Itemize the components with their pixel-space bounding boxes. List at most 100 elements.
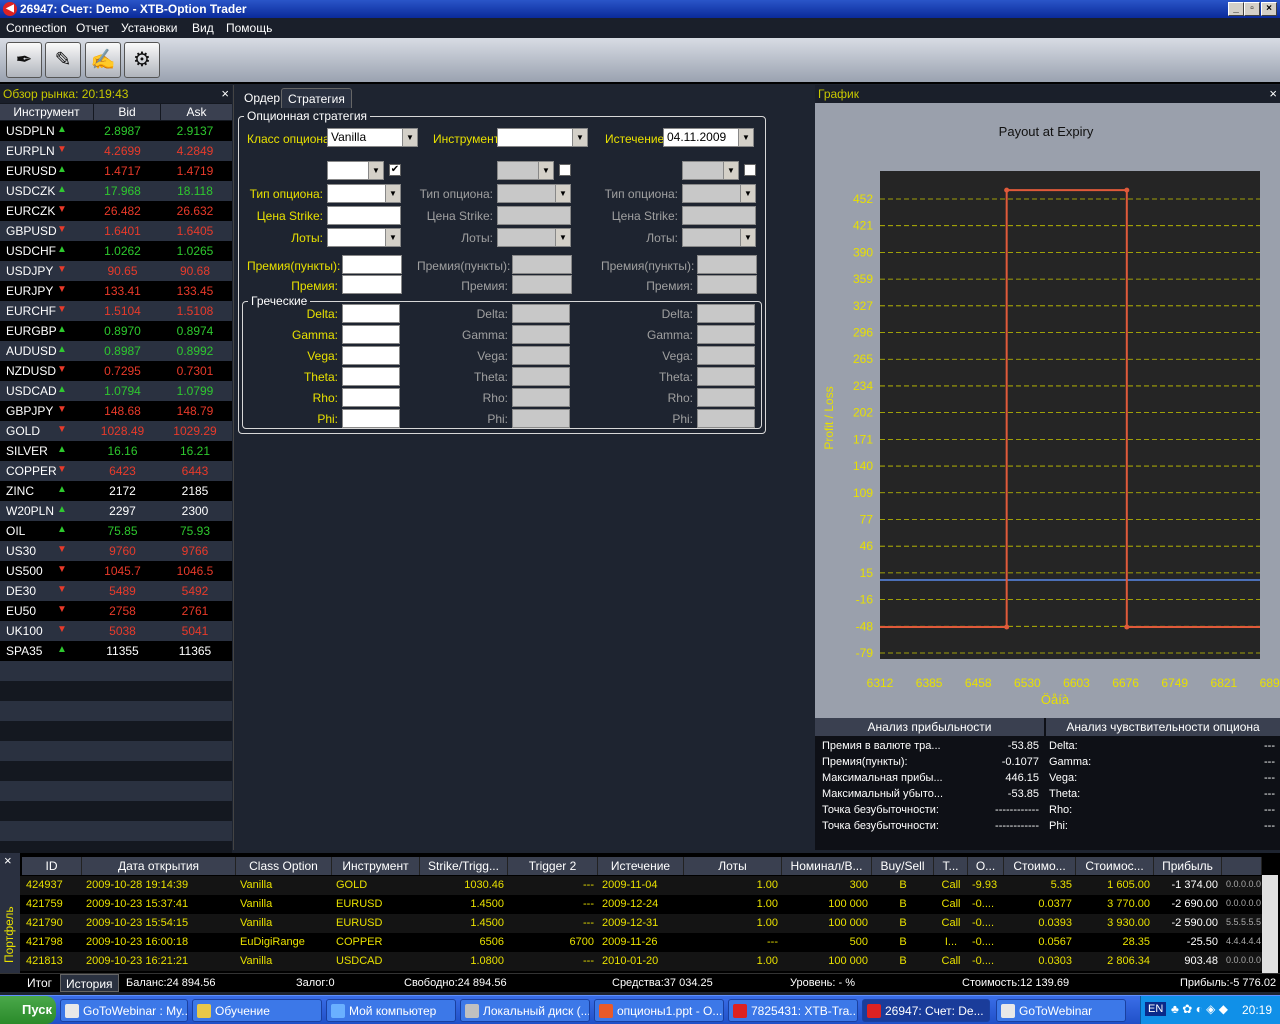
language-indicator[interactable]: EN	[1145, 1002, 1167, 1016]
tab-summary[interactable]: Итог	[22, 974, 57, 992]
market-row[interactable]: GBPJPY ▼ 148.68 148.79	[0, 401, 232, 421]
market-row[interactable]: AUDUSD ▲ 0.8987 0.8992	[0, 341, 232, 361]
portfolio-row[interactable]: 424937 2009-10-28 19:14:39 Vanilla GOLD 1030…	[20, 876, 1262, 895]
leg-enable-checkbox[interactable]: ✔	[389, 164, 401, 176]
taskbar-item[interactable]: Обучение	[192, 999, 322, 1022]
minimize-button[interactable]: _	[1228, 2, 1244, 16]
portfolio-column-header[interactable]: ID	[22, 857, 82, 875]
market-row[interactable]: EU50 ▼ 2758 2761	[0, 601, 232, 621]
leg-enable-checkbox[interactable]	[744, 164, 756, 176]
edit-order-icon[interactable]: ✍	[85, 42, 121, 78]
market-row[interactable]: SPA35 ▲ 11355 11365	[0, 641, 232, 661]
market-row[interactable]: SILVER ▲ 16.16 16.21	[0, 441, 232, 461]
leg-enable-checkbox[interactable]	[559, 164, 571, 176]
buy-pen-icon[interactable]: ✒	[6, 42, 42, 78]
market-row[interactable]: EURGBP ▲ 0.8970 0.8974	[0, 321, 232, 341]
leg-direction-select[interactable]: ▼	[497, 161, 554, 180]
market-row[interactable]: US500 ▼ 1045.7 1046.5	[0, 561, 232, 581]
taskbar-item[interactable]: опционы1.ppt - О...	[594, 999, 724, 1022]
portfolio-row[interactable]: 421790 2009-10-23 15:54:15 Vanilla EURUSD 1.…	[20, 914, 1262, 933]
profit-analysis-header[interactable]: Анализ прибыльности	[815, 718, 1044, 736]
instrument-select[interactable]: ▼	[497, 128, 588, 147]
market-row[interactable]: US30 ▼ 9760 9766	[0, 541, 232, 561]
market-row[interactable]: USDPLN ▲ 2.8987 2.9137	[0, 121, 232, 141]
portfolio-close-icon[interactable]: ×	[4, 853, 12, 868]
market-row[interactable]: USDCAD ▲ 1.0794 1.0799	[0, 381, 232, 401]
portfolio-row[interactable]: 421813 2009-10-23 16:21:21 Vanilla USDCAD 1.…	[20, 952, 1262, 971]
market-row[interactable]: COPPER ▼ 6423 6443	[0, 461, 232, 481]
taskbar-item[interactable]: Локальный диск (...	[460, 999, 590, 1022]
portfolio-column-header[interactable]: Strike/Trigg...	[420, 857, 508, 875]
portfolio-row[interactable]: 421759 2009-10-23 15:37:41 Vanilla EURUSD 1.…	[20, 895, 1262, 914]
portfolio-column-header[interactable]: Class Option	[236, 857, 332, 875]
market-row[interactable]: USDCHF ▲ 1.0262 1.0265	[0, 241, 232, 261]
tab-strategy[interactable]: Стратегия	[281, 88, 352, 108]
market-row[interactable]: ZINC ▲ 2172 2185	[0, 481, 232, 501]
portfolio-column-header[interactable]	[1222, 857, 1262, 875]
col-instrument[interactable]: Инструмент	[0, 104, 93, 120]
portfolio-column-header[interactable]: Дата открытия	[82, 857, 236, 875]
taskbar-item[interactable]: 26947: Счет: De...	[862, 999, 990, 1022]
market-close-icon[interactable]: ×	[221, 86, 229, 101]
lots-select[interactable]: ▼	[497, 228, 571, 247]
portfolio-column-header[interactable]: Trigger 2	[508, 857, 598, 875]
settings-gears-icon[interactable]: ⚙	[124, 42, 160, 78]
leg-direction-select[interactable]: ▼	[682, 161, 739, 180]
taskbar-item[interactable]: 7825431: XTB-Tra...	[728, 999, 858, 1022]
class-select[interactable]: Vanilla ▼	[327, 128, 418, 147]
portfolio-column-header[interactable]: T...	[934, 857, 968, 875]
market-row[interactable]: OIL ▲ 75.85 75.93	[0, 521, 232, 541]
taskbar-item[interactable]: GoToWebinar	[996, 999, 1126, 1022]
close-button[interactable]: ×	[1261, 2, 1277, 16]
portfolio-column-header[interactable]: Лоты	[684, 857, 782, 875]
portfolio-column-header[interactable]: Стоимо...	[1004, 857, 1076, 875]
market-row[interactable]: W20PLN ▲ 2297 2300	[0, 501, 232, 521]
portfolio-column-header[interactable]: Истечение	[598, 857, 684, 875]
maximize-button[interactable]: ▫	[1244, 2, 1260, 16]
option-type-select[interactable]: ▼	[497, 184, 571, 203]
market-row[interactable]: EURCZK ▼ 26.482 26.632	[0, 201, 232, 221]
menu-settings[interactable]: Установки	[121, 21, 177, 35]
lots-select[interactable]: ▼	[327, 228, 401, 247]
market-row[interactable]: GOLD ▼ 1028.49 1029.29	[0, 421, 232, 441]
portfolio-column-header[interactable]: Инструмент	[332, 857, 420, 875]
market-row[interactable]: EURCHF ▼ 1.5104 1.5108	[0, 301, 232, 321]
portfolio-column-header[interactable]: Buy/Sell	[872, 857, 934, 875]
tray-icons[interactable]: ♣ ✿ ◐ ◈ ◆	[1171, 1002, 1228, 1016]
option-type-select[interactable]: ▼	[682, 184, 756, 203]
market-row[interactable]: GBPUSD ▼ 1.6401 1.6405	[0, 221, 232, 241]
menu-view[interactable]: Вид	[192, 21, 214, 35]
menu-connection[interactable]: Connection	[6, 21, 67, 35]
market-row[interactable]: DE30 ▼ 5489 5492	[0, 581, 232, 601]
col-ask[interactable]: Ask	[161, 104, 232, 120]
portfolio-row[interactable]: 421798 2009-10-23 16:00:18 EuDigiRange COPP…	[20, 933, 1262, 952]
taskbar-item[interactable]: Мой компьютер	[326, 999, 456, 1022]
market-row[interactable]: USDJPY ▼ 90.65 90.68	[0, 261, 232, 281]
menu-help[interactable]: Помощь	[226, 21, 272, 35]
sensitivity-analysis-header[interactable]: Анализ чувствительности опциона	[1046, 718, 1280, 736]
tab-order[interactable]: Ордер	[238, 88, 286, 108]
market-row[interactable]: EURUSD ▲ 1.4717 1.4719	[0, 161, 232, 181]
col-bid[interactable]: Bid	[94, 104, 160, 120]
market-row[interactable]: UK100 ▼ 5038 5041	[0, 621, 232, 641]
strike-input[interactable]	[682, 206, 756, 225]
market-row[interactable]: NZDUSD ▼ 0.7295 0.7301	[0, 361, 232, 381]
expiry-select[interactable]: 04.11.2009 ▼	[663, 128, 754, 147]
start-button[interactable]: Пуск	[0, 996, 56, 1024]
portfolio-column-header[interactable]: Номинал/В...	[782, 857, 872, 875]
market-row[interactable]: EURPLN ▼ 4.2699 4.2849	[0, 141, 232, 161]
portfolio-column-header[interactable]: Стоимос...	[1076, 857, 1154, 875]
market-row[interactable]: USDCZK ▲ 17.968 18.118	[0, 181, 232, 201]
option-type-select[interactable]: ▼	[327, 184, 401, 203]
leg-direction-select[interactable]: ▼	[327, 161, 384, 180]
chart-close-icon[interactable]: ×	[1269, 86, 1277, 101]
lots-select[interactable]: ▼	[682, 228, 756, 247]
sell-pen-icon[interactable]: ✎	[45, 42, 81, 78]
portfolio-column-header[interactable]: Прибыль	[1154, 857, 1222, 875]
portfolio-scrollbar[interactable]	[1262, 875, 1278, 973]
strike-input[interactable]	[497, 206, 571, 225]
taskbar-item[interactable]: GoToWebinar : My...	[60, 999, 188, 1022]
tab-history[interactable]: История	[60, 974, 119, 992]
portfolio-column-header[interactable]: O...	[968, 857, 1004, 875]
menu-report[interactable]: Отчет	[76, 21, 109, 35]
